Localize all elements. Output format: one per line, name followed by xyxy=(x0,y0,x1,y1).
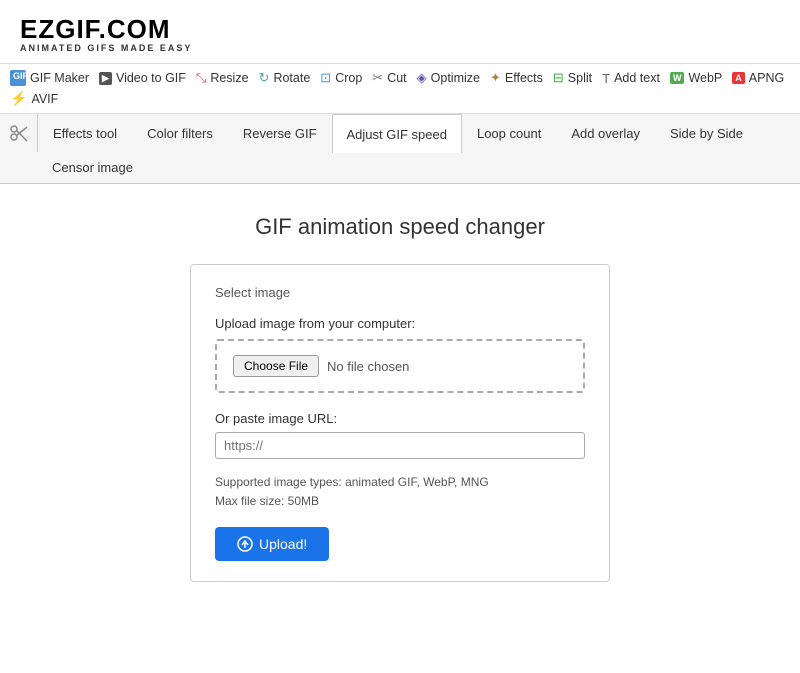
sub-nav: Effects tool Color filters Reverse GIF A… xyxy=(0,114,800,184)
nav-item-resize[interactable]: ⤡ Resize xyxy=(196,70,249,86)
optimize-icon: ◈ xyxy=(417,70,427,86)
supported-types-text: Supported image types: animated GIF, Web… xyxy=(215,473,585,511)
tab-censor-image[interactable]: Censor image xyxy=(38,152,147,183)
nav-label-apng: APNG xyxy=(749,71,784,85)
url-label: Or paste image URL: xyxy=(215,411,585,426)
sub-nav-top: Effects tool Color filters Reverse GIF A… xyxy=(0,114,800,152)
page-title: GIF animation speed changer xyxy=(255,214,545,240)
webp-icon: W xyxy=(670,72,685,84)
upload-card: Select image Upload image from your comp… xyxy=(190,264,610,582)
nav-item-effects[interactable]: ✦ Effects xyxy=(490,70,543,86)
logo-text: EZGIF.COM xyxy=(20,14,780,45)
choose-file-button[interactable]: Choose File xyxy=(233,355,319,377)
rotate-icon: ↻ xyxy=(259,70,270,86)
nav-item-webp[interactable]: W WebP xyxy=(670,71,722,85)
gif-icon: GIF xyxy=(10,70,26,86)
nav-label-effects: Effects xyxy=(505,71,543,85)
nav-item-gif-maker[interactable]: GIF GIF Maker xyxy=(10,70,89,86)
nav-label-add-text: Add text xyxy=(614,71,660,85)
tab-side-by-side[interactable]: Side by Side xyxy=(655,114,758,152)
nav-item-add-text[interactable]: T Add text xyxy=(602,71,660,86)
tab-effects-tool[interactable]: Effects tool xyxy=(38,114,132,152)
header: EZGIF.COM ANIMATED GIFS MADE EASY xyxy=(0,0,800,63)
split-icon: ⊟ xyxy=(553,70,564,86)
nav-label-optimize: Optimize xyxy=(431,71,480,85)
crop-icon: ⊡ xyxy=(320,70,331,86)
nav-label-gif-maker: GIF Maker xyxy=(30,71,89,85)
sub-nav-bottom: Censor image xyxy=(0,152,800,183)
nav-label-crop: Crop xyxy=(335,71,362,85)
nav-label-video-to-gif: Video to GIF xyxy=(116,71,186,85)
file-upload-area: Choose File No file chosen xyxy=(215,339,585,393)
cut-icon: ✂ xyxy=(372,70,383,86)
nav-label-webp: WebP xyxy=(688,71,722,85)
effects-scissors-icon xyxy=(0,114,38,152)
no-file-label: No file chosen xyxy=(327,359,409,374)
avif-icon: ⚡ xyxy=(10,90,27,107)
addtext-icon: T xyxy=(602,71,610,86)
nav-item-optimize[interactable]: ◈ Optimize xyxy=(417,70,480,86)
nav-item-apng[interactable]: A APNG xyxy=(732,71,784,85)
nav-item-cut[interactable]: ✂ Cut xyxy=(372,70,406,86)
apng-icon: A xyxy=(732,72,745,84)
nav-label-resize: Resize xyxy=(210,71,248,85)
upload-label: Upload image from your computer: xyxy=(215,316,585,331)
card-legend: Select image xyxy=(215,285,585,300)
upload-button[interactable]: Upload! xyxy=(215,527,329,561)
nav-label-avif: AVIF xyxy=(31,92,58,106)
url-input[interactable] xyxy=(215,432,585,459)
tab-loop-count[interactable]: Loop count xyxy=(462,114,556,152)
logo-sub: ANIMATED GIFS MADE EASY xyxy=(20,43,780,53)
tab-add-overlay[interactable]: Add overlay xyxy=(556,114,655,152)
nav-item-crop[interactable]: ⊡ Crop xyxy=(320,70,362,86)
nav-item-avif[interactable]: ⚡ AVIF xyxy=(10,90,58,107)
nav-bar: GIF GIF Maker ▶ Video to GIF ⤡ Resize ↻ … xyxy=(0,63,800,114)
nav-item-rotate[interactable]: ↻ Rotate xyxy=(259,70,311,86)
nav-label-cut: Cut xyxy=(387,71,406,85)
tab-adjust-gif-speed[interactable]: Adjust GIF speed xyxy=(332,114,462,153)
tab-color-filters[interactable]: Color filters xyxy=(132,114,228,152)
main-content: GIF animation speed changer Select image… xyxy=(0,184,800,612)
video-icon: ▶ xyxy=(99,72,112,85)
tab-reverse-gif[interactable]: Reverse GIF xyxy=(228,114,332,152)
nav-label-split: Split xyxy=(568,71,592,85)
effects-icon: ✦ xyxy=(490,70,501,86)
upload-icon xyxy=(237,536,253,552)
nav-item-split[interactable]: ⊟ Split xyxy=(553,70,592,86)
resize-icon: ⤡ xyxy=(196,70,206,86)
nav-item-video-to-gif[interactable]: ▶ Video to GIF xyxy=(99,71,186,85)
nav-label-rotate: Rotate xyxy=(273,71,310,85)
